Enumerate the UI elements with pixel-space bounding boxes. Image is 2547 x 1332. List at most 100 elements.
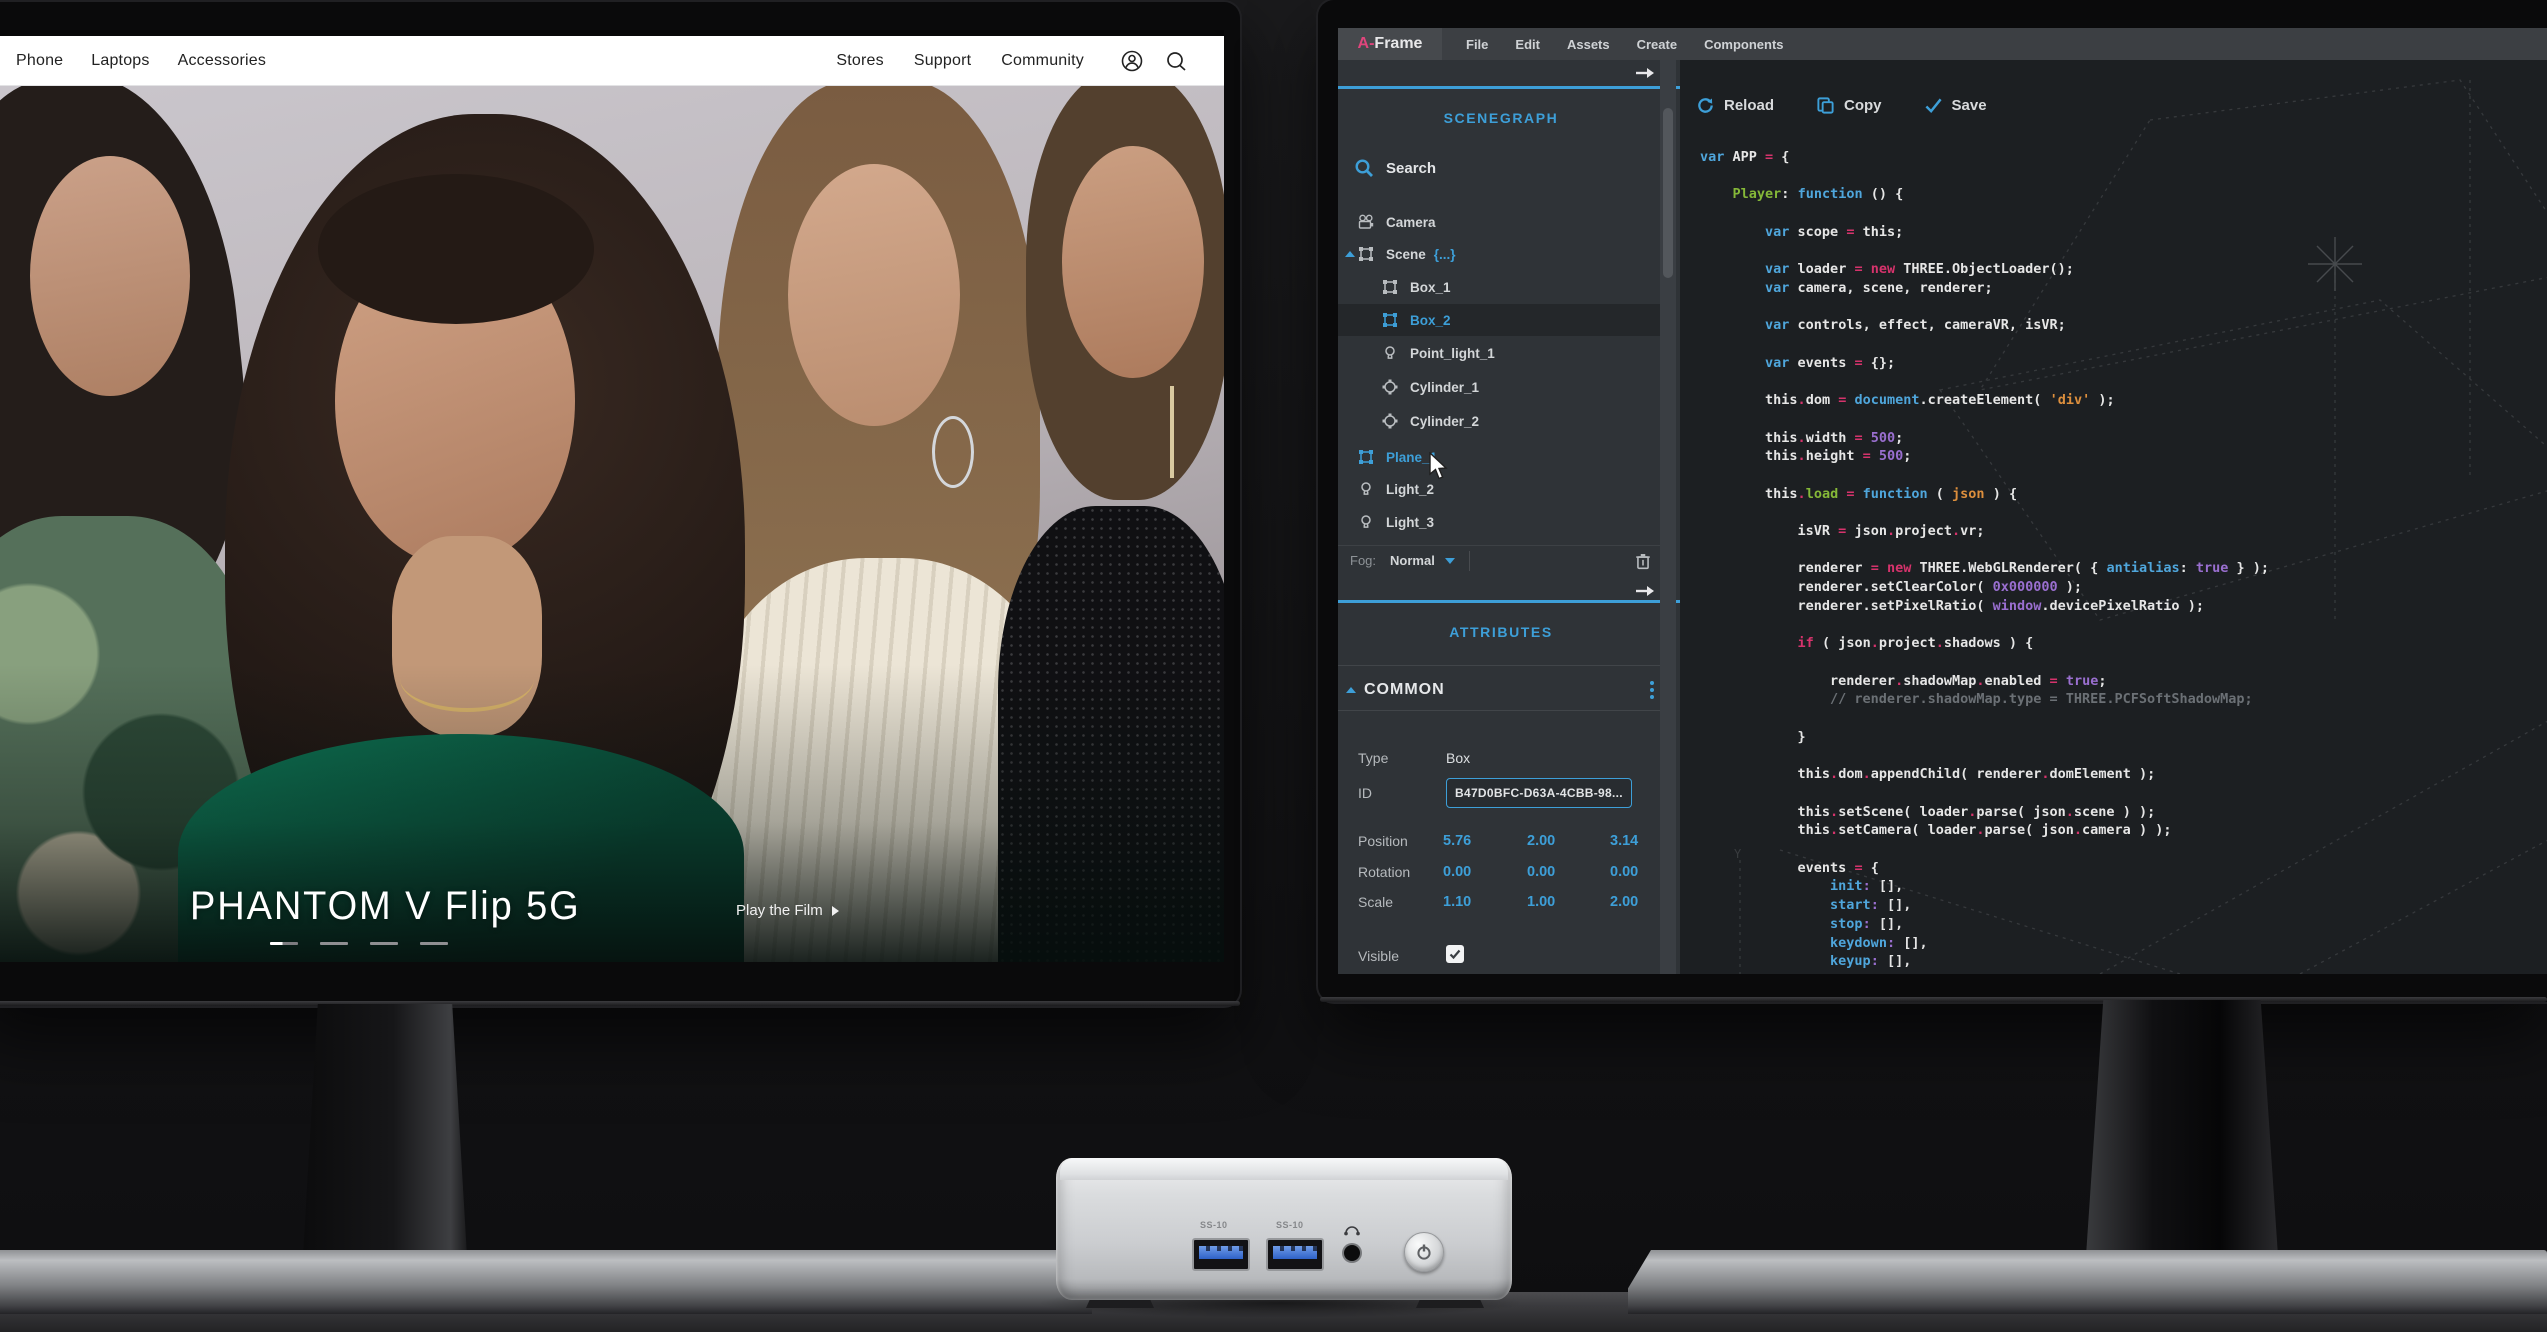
scale-y-field[interactable]: 1.00 [1527, 894, 1555, 910]
collapse-attributes-arrow-icon[interactable] [1634, 584, 1656, 598]
usb-port-1[interactable] [1192, 1238, 1250, 1271]
position-x-field[interactable]: 5.76 [1443, 833, 1471, 849]
nav-item-stores[interactable]: Stores [836, 52, 883, 70]
code-line: this.setCamera( loader.parse( json.camer… [1700, 821, 2269, 840]
light-bulb-icon [1358, 481, 1374, 497]
common-section-header[interactable]: COMMON [1338, 674, 1660, 706]
tree-node-box-1[interactable]: Box_1 [1338, 271, 1660, 303]
code-line [1700, 167, 2269, 186]
power-button[interactable] [1404, 1232, 1444, 1272]
menu-file[interactable]: File [1466, 37, 1488, 52]
code-text[interactable]: var APP = { Player: function () { var sc… [1700, 148, 2269, 971]
scale-x-field[interactable]: 1.10 [1443, 894, 1471, 910]
tree-node-box-2-selected[interactable]: Box_2 [1338, 304, 1660, 336]
nav-item-accessories[interactable]: Accessories [178, 52, 266, 70]
divider [1338, 710, 1660, 711]
search-input[interactable]: Search [1386, 160, 1436, 177]
nav-item-community[interactable]: Community [1001, 52, 1084, 70]
usb-port-2[interactable] [1266, 1238, 1324, 1271]
code-line: if ( json.project.shadows ) { [1700, 634, 2269, 653]
copy-label: Copy [1844, 97, 1882, 114]
delete-node-icon[interactable] [1634, 552, 1652, 570]
panel-scrollbar-thumb[interactable] [1663, 108, 1673, 278]
usb-ss10-label: SS-10 [1200, 1220, 1228, 1230]
editor-side-panel: SCENEGRAPH Search Camera [1338, 60, 1680, 974]
menu-assets[interactable]: Assets [1567, 37, 1610, 52]
carousel-segment-1[interactable] [270, 942, 298, 945]
section-menu-icon[interactable] [1650, 681, 1654, 699]
panel-accent-line [1338, 86, 1680, 89]
code-line: } [1700, 728, 2269, 747]
nav-item-laptops[interactable]: Laptops [91, 52, 149, 70]
rotation-x-field[interactable]: 0.00 [1443, 864, 1471, 880]
code-line: keydown: [], [1700, 934, 2269, 953]
reload-button[interactable]: Reload [1696, 96, 1774, 115]
position-y-field[interactable]: 2.00 [1527, 833, 1555, 849]
tree-node-light-3[interactable]: Light_3 [1338, 506, 1660, 538]
code-line: renderer = new THREE.WebGLRenderer( { an… [1700, 559, 2269, 578]
cylinder-icon [1382, 379, 1398, 395]
code-line [1700, 784, 2269, 803]
scale-z-field[interactable]: 2.00 [1610, 894, 1638, 910]
fog-row: Fog: Normal [1338, 545, 1660, 575]
play-film-button[interactable]: Play the Film [736, 902, 839, 919]
desk-scene: Phone Laptops Accessories Stores Support… [0, 0, 2547, 1332]
attributes-title: ATTRIBUTES [1338, 624, 1664, 640]
carousel-segment-2[interactable] [320, 942, 348, 945]
menu-edit[interactable]: Edit [1515, 37, 1540, 52]
code-line: this.load = function ( json ) { [1700, 485, 2269, 504]
account-icon[interactable] [1120, 49, 1144, 73]
headset-jack-icon [1342, 1222, 1362, 1238]
rotation-label: Rotation [1358, 864, 1410, 880]
code-editor-pane[interactable]: Y Reload Copy [1680, 60, 2547, 974]
scale-row: Scale 1.10 1.00 2.00 [1338, 894, 1660, 916]
tree-node-cylinder-1[interactable]: Cylinder_1 [1338, 371, 1660, 403]
copy-button[interactable]: Copy [1816, 96, 1882, 115]
reload-label: Reload [1724, 97, 1774, 114]
code-toolbar: Reload Copy Save [1696, 96, 1987, 115]
carousel-segment-3[interactable] [370, 942, 398, 945]
aframe-logo-name: Frame [1374, 35, 1422, 53]
search-icon[interactable] [1164, 49, 1188, 73]
save-button[interactable]: Save [1924, 96, 1987, 115]
collapse-panel-arrow-icon[interactable] [1634, 66, 1656, 80]
code-line: this.width = 500; [1700, 429, 2269, 448]
hero-vignette [0, 86, 1224, 962]
rotation-z-field[interactable]: 0.00 [1610, 864, 1638, 880]
tree-node-light-2[interactable]: Light_2 [1338, 473, 1660, 505]
tree-node-plane-1-hovered[interactable]: Plane_1 [1338, 441, 1660, 473]
tree-node-scene[interactable]: Scene {...} [1338, 238, 1660, 270]
nav-item-support[interactable]: Support [914, 52, 971, 70]
code-line [1700, 616, 2269, 635]
left-monitor-screen: Phone Laptops Accessories Stores Support… [0, 30, 1224, 962]
id-row: ID B47D0BFC-D63A-4CBB-98... [1338, 785, 1660, 815]
code-line [1700, 840, 2269, 859]
menu-create[interactable]: Create [1637, 37, 1677, 52]
section-caret-icon[interactable] [1346, 687, 1356, 693]
tree-node-point-light-1[interactable]: Point_light_1 [1338, 337, 1660, 369]
aframe-logo[interactable]: A-Frame [1338, 28, 1442, 60]
nav-item-phone[interactable]: Phone [16, 52, 63, 70]
menu-components[interactable]: Components [1704, 37, 1783, 52]
expand-caret-icon[interactable] [1345, 251, 1355, 257]
id-field[interactable]: B47D0BFC-D63A-4CBB-98... [1446, 778, 1632, 808]
aframe-logo-accent: A- [1358, 35, 1375, 53]
tree-node-camera[interactable]: Camera [1338, 206, 1660, 238]
code-line: isVR = json.project.vr; [1700, 522, 2269, 541]
checkmark-icon [1449, 948, 1461, 960]
tree-node-cylinder-2[interactable]: Cylinder_2 [1338, 405, 1660, 437]
headphone-jack[interactable] [1344, 1245, 1360, 1261]
position-z-field[interactable]: 3.14 [1610, 833, 1638, 849]
panel-search-icon[interactable] [1354, 158, 1374, 178]
fog-select[interactable]: Normal [1390, 553, 1435, 568]
code-line [1700, 541, 2269, 560]
carousel-segment-4[interactable] [420, 942, 448, 945]
visible-row: Visible [1338, 948, 1660, 970]
right-monitor-base [1628, 1250, 2547, 1314]
rotation-y-field[interactable]: 0.00 [1527, 864, 1555, 880]
tree-node-children-badge[interactable]: {...} [1434, 247, 1456, 262]
code-line: renderer.setClearColor( 0x000000 ); [1700, 578, 2269, 597]
visible-checkbox[interactable] [1446, 945, 1464, 963]
panel-scrollbar[interactable] [1660, 60, 1676, 974]
fog-caret-icon[interactable] [1445, 558, 1455, 564]
